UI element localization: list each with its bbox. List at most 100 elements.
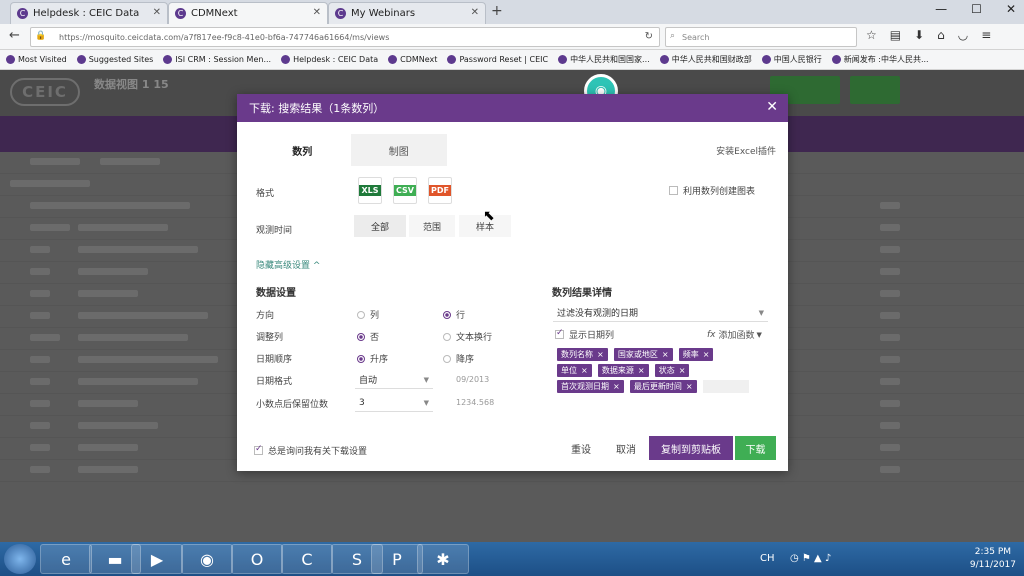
remove-tag-icon[interactable]: × (597, 350, 604, 359)
chevron-down-icon: ▼ (423, 375, 429, 384)
close-tab-icon[interactable]: ✕ (153, 7, 161, 18)
remove-tag-icon[interactable]: × (686, 382, 693, 391)
ceic-app-icon[interactable]: C (281, 544, 333, 574)
copy-to-clipboard-button[interactable]: 复制到剪贴板 (649, 436, 733, 460)
install-excel-plugin-link[interactable]: 安装Excel插件 (716, 144, 776, 157)
observation-label: 观测时间 (256, 226, 293, 236)
remove-tag-icon[interactable]: × (662, 350, 669, 359)
bookmark-item[interactable]: Password Reset | CEIC (447, 55, 548, 64)
back-icon[interactable]: ← (9, 28, 20, 43)
tag-input[interactable] (702, 380, 749, 393)
download-dialog: 下载: 搜索结果（1条数列） ✕ 数列 制图 安装Excel插件 格式 XLS … (237, 94, 788, 471)
firefox-icon[interactable]: ◉ (181, 544, 233, 574)
clock-date: 9/11/2017 (969, 560, 1016, 570)
language-indicator[interactable]: CH (760, 553, 775, 564)
obs-all-button[interactable]: 全部 (354, 215, 406, 237)
close-window-icon[interactable]: ✕ (1006, 2, 1016, 16)
tag-item[interactable]: 频率 × (678, 348, 714, 361)
tab-helpdesk[interactable]: C Helpdesk : CEIC Data ✕ (10, 2, 168, 24)
excel-icon: XLS (359, 185, 381, 196)
tab-chart[interactable]: 制图 (351, 134, 448, 166)
bookmark-item[interactable]: ISI CRM : Session Men... (163, 55, 271, 64)
minimize-icon[interactable]: — (935, 2, 947, 16)
tag-item[interactable]: 单位 × (557, 364, 592, 377)
bookmark-item[interactable]: 中华人民共和国财政部 (659, 54, 752, 65)
maximize-icon[interactable]: ☐ (971, 2, 982, 16)
bookmark-item[interactable]: Most Visited (6, 55, 67, 64)
decimals-label: 小数点后保留位数 (256, 400, 329, 410)
order-desc-radio[interactable]: 降序 (443, 352, 474, 365)
clock[interactable]: 2:35 PM 9/11/2017 (970, 546, 1016, 572)
start-button-icon[interactable] (4, 544, 36, 574)
bookmark-icon (281, 55, 291, 64)
bookmark-item[interactable]: 中国人民银行 (761, 54, 822, 65)
tag-item[interactable]: 数据来源 × (597, 364, 649, 377)
direction-column-radio[interactable]: 列 (357, 308, 379, 321)
tag-item[interactable]: 国家或地区 × (613, 348, 673, 361)
powerpoint-icon[interactable]: P (371, 544, 423, 574)
pdf-icon: PDF (429, 185, 451, 196)
create-chart-checkbox[interactable]: 利用数列创建图表 (669, 184, 755, 197)
outlook-icon[interactable]: O (231, 544, 283, 574)
show-date-checkbox[interactable]: 显示日期列 (555, 328, 614, 341)
url-bar[interactable]: 🔒 https://mosquito.ceicdata.com/a7f817ee… (30, 27, 660, 47)
tag-item[interactable]: 首次观测日期 × (557, 380, 624, 393)
menu-icon[interactable]: ≡ (981, 28, 991, 42)
csv-format-button[interactable]: CSV (393, 177, 417, 204)
ie-icon[interactable]: e (40, 544, 92, 574)
bookmark-icon (163, 55, 173, 64)
tag-item[interactable]: 最后更新时间 × (629, 380, 697, 393)
tab-cdmnext[interactable]: C CDMNext ✕ (168, 2, 328, 24)
tab-label: CDMNext (191, 8, 238, 19)
chevron-down-icon: ▼ (423, 398, 429, 407)
date-format-select[interactable]: 自动 ▼ (355, 371, 433, 389)
adjust-wrap-radio[interactable]: 文本换行 (443, 330, 492, 343)
media-player-icon[interactable]: ▶ (131, 544, 183, 574)
tag-item[interactable]: 数列名称 × (557, 348, 608, 361)
bookmark-item[interactable]: Suggested Sites (76, 55, 153, 64)
bookmark-item[interactable]: 新闻发布 :中华人民共... (831, 54, 929, 65)
home-icon[interactable]: ⌂ (937, 28, 945, 42)
pocket-icon[interactable]: ◡ (958, 28, 968, 42)
download-button[interactable]: 下载 (735, 436, 776, 460)
remember-settings-checkbox[interactable]: 总是询问我有关下载设置 (254, 444, 367, 457)
filter-dates-select[interactable]: 过滤没有观测的日期 ▼ (553, 304, 768, 322)
bookmark-item[interactable]: CDMNext (388, 55, 437, 64)
download-icon[interactable]: ⬇ (914, 28, 924, 42)
bookmark-item[interactable]: Helpdesk : CEIC Data (281, 55, 378, 64)
obs-range-button[interactable]: 范围 (409, 215, 455, 237)
tab-series[interactable]: 数列 (254, 134, 351, 166)
header-button[interactable] (850, 76, 900, 104)
xls-format-button[interactable]: XLS (358, 177, 382, 204)
search-input[interactable]: ⌕ Search (665, 27, 857, 47)
decimals-select[interactable]: 3 ▼ (355, 394, 433, 412)
remove-tag-icon[interactable]: × (638, 366, 645, 375)
data-settings-title: 数据设置 (256, 288, 296, 299)
reading-list-icon[interactable]: ▤ (890, 28, 901, 42)
cancel-button[interactable]: 取消 (606, 436, 646, 460)
close-tab-icon[interactable]: ✕ (313, 7, 321, 18)
order-asc-radio[interactable]: 升序 (357, 352, 388, 365)
pdf-format-button[interactable]: PDF (428, 177, 452, 204)
hide-advanced-link[interactable]: 隐藏高级设置 ^ (256, 258, 320, 271)
star-icon[interactable]: ☆ (866, 28, 877, 42)
add-function-link[interactable]: fx 添加函数 ▼ (707, 328, 762, 342)
tray-icons[interactable]: ◷ ⚑ ▲ ♪ (790, 553, 831, 564)
direction-row-radio[interactable]: 行 (443, 308, 465, 321)
reload-icon[interactable]: ↻ (645, 31, 653, 42)
remove-tag-icon[interactable]: × (581, 366, 588, 375)
tag-item[interactable]: 状态 × (654, 364, 690, 377)
adjust-no-radio[interactable]: 否 (357, 330, 379, 343)
remove-tag-icon[interactable]: × (703, 350, 710, 359)
remove-tag-icon[interactable]: × (679, 366, 686, 375)
bookmark-icon (659, 55, 669, 64)
remove-tag-icon[interactable]: × (613, 382, 620, 391)
reset-button[interactable]: 重设 (561, 436, 601, 460)
radio-icon (357, 310, 365, 319)
tab-webinars[interactable]: C My Webinars ✕ (328, 2, 486, 24)
new-tab-icon[interactable]: + (491, 3, 503, 19)
bookmark-item[interactable]: 中华人民共和国国家... (558, 54, 650, 65)
close-tab-icon[interactable]: ✕ (471, 7, 479, 18)
settings-app-icon[interactable]: ✱ (417, 544, 469, 574)
close-icon[interactable]: ✕ (766, 99, 778, 115)
